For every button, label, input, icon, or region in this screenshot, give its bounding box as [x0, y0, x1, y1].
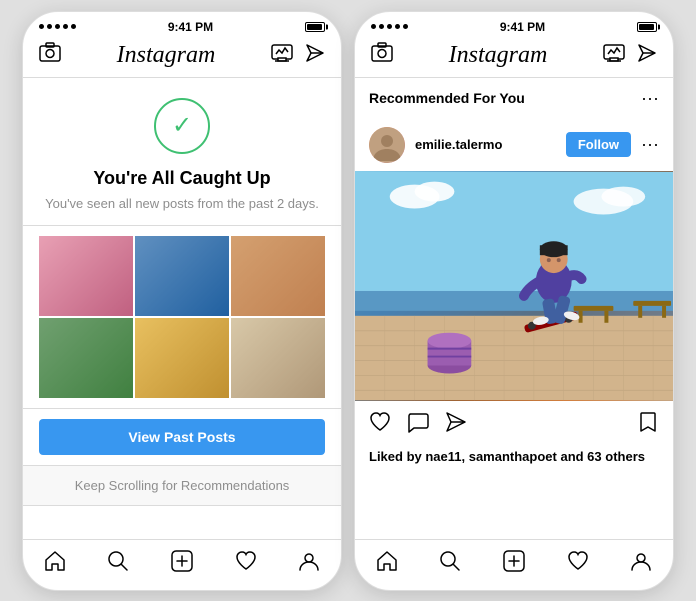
signal-dot-4	[63, 24, 68, 29]
activity-icon-right[interactable]	[603, 44, 625, 67]
keep-scrolling-bar: Keep Scrolling for Recommendations	[23, 465, 341, 506]
nav-search-left[interactable]	[107, 550, 129, 578]
nav-profile-right[interactable]	[630, 550, 652, 578]
nav-heart-left[interactable]	[235, 550, 257, 578]
signal-dot-5	[71, 24, 76, 29]
caught-up-subtitle: You've seen all new posts from the past …	[45, 195, 319, 213]
nav-bar-right: Instagram	[355, 38, 673, 78]
nav-home-right[interactable]	[376, 550, 398, 578]
like-icon[interactable]	[369, 411, 391, 439]
battery-icon-right	[637, 22, 657, 32]
signal-dot-r1	[371, 24, 376, 29]
status-bar-left: 9:41 PM	[23, 12, 341, 38]
username: emilie.talermo	[415, 137, 556, 152]
bookmark-icon[interactable]	[637, 411, 659, 439]
post-likes: Liked by nae11, samanthapoet and 63 othe…	[355, 449, 673, 468]
post-header: emilie.talermo Follow ···	[355, 119, 673, 171]
activity-icon[interactable]	[271, 44, 293, 67]
bottom-nav-right	[355, 539, 673, 590]
grid-container	[39, 236, 325, 398]
checkmark-icon: ✓	[172, 111, 192, 140]
post-image	[355, 171, 673, 401]
nav-search-right[interactable]	[439, 550, 461, 578]
camera-icon[interactable]	[39, 42, 61, 68]
signal-dot-r5	[403, 24, 408, 29]
signal-dot-r2	[379, 24, 384, 29]
status-bar-right: 9:41 PM	[355, 12, 673, 38]
signal-dot-1	[39, 24, 44, 29]
signal-dot-3	[55, 24, 60, 29]
follow-button[interactable]: Follow	[566, 132, 631, 157]
post-options-icon[interactable]: ···	[641, 134, 659, 155]
nav-add-right[interactable]	[503, 550, 525, 578]
caught-up-title: You're All Caught Up	[93, 168, 270, 189]
nav-home-left[interactable]	[44, 550, 66, 578]
likes-text: Liked by nae11, samanthapoet and 63 othe…	[369, 449, 645, 464]
logo-right: Instagram	[449, 42, 548, 69]
bottom-nav-left	[23, 539, 341, 590]
nav-bar-left: Instagram	[23, 38, 341, 78]
battery-icon-left	[305, 22, 325, 32]
signal-dot-r3	[387, 24, 392, 29]
checkmark-circle: ✓	[154, 98, 210, 154]
right-phone: 9:41 PM Instagram	[354, 11, 674, 591]
share-icon[interactable]	[445, 411, 467, 439]
time-left: 9:41 PM	[168, 20, 213, 34]
nav-profile-left[interactable]	[298, 550, 320, 578]
battery-fill-left	[307, 24, 322, 30]
grid-cell-5	[135, 318, 229, 398]
photo-grid	[23, 226, 341, 409]
signal-dots	[39, 24, 76, 29]
recommended-title: Recommended For You	[369, 90, 525, 106]
logo-left: Instagram	[117, 42, 216, 69]
camera-icon-right[interactable]	[371, 42, 393, 68]
left-phone: 9:41 PM Instagram	[22, 11, 342, 591]
nav-right-left	[271, 43, 325, 68]
battery-fill-right	[639, 24, 654, 30]
grid-cell-2	[135, 236, 229, 316]
send-icon[interactable]	[305, 43, 325, 68]
signal-dot-r4	[395, 24, 400, 29]
send-icon-right[interactable]	[637, 43, 657, 68]
time-right: 9:41 PM	[500, 20, 545, 34]
more-options-icon[interactable]: ···	[641, 88, 659, 109]
battery-area-left	[305, 22, 325, 32]
post-actions	[355, 401, 673, 449]
battery-area-right	[637, 22, 657, 32]
grid-cell-6	[231, 318, 325, 398]
caught-up-section: ✓ You're All Caught Up You've seen all n…	[23, 78, 341, 226]
view-past-button[interactable]: View Past Posts	[39, 419, 325, 455]
grid-cell-1	[39, 236, 133, 316]
nav-add-left[interactable]	[171, 550, 193, 578]
recommended-header: Recommended For You ···	[355, 78, 673, 119]
grid-cell-3	[231, 236, 325, 316]
left-content: ✓ You're All Caught Up You've seen all n…	[23, 78, 341, 539]
grid-cell-4	[39, 318, 133, 398]
signal-dots-right	[371, 24, 408, 29]
nav-heart-right[interactable]	[567, 550, 589, 578]
nav-right-right	[603, 43, 657, 68]
avatar	[369, 127, 405, 163]
signal-dot-2	[47, 24, 52, 29]
comment-icon[interactable]	[407, 411, 429, 439]
